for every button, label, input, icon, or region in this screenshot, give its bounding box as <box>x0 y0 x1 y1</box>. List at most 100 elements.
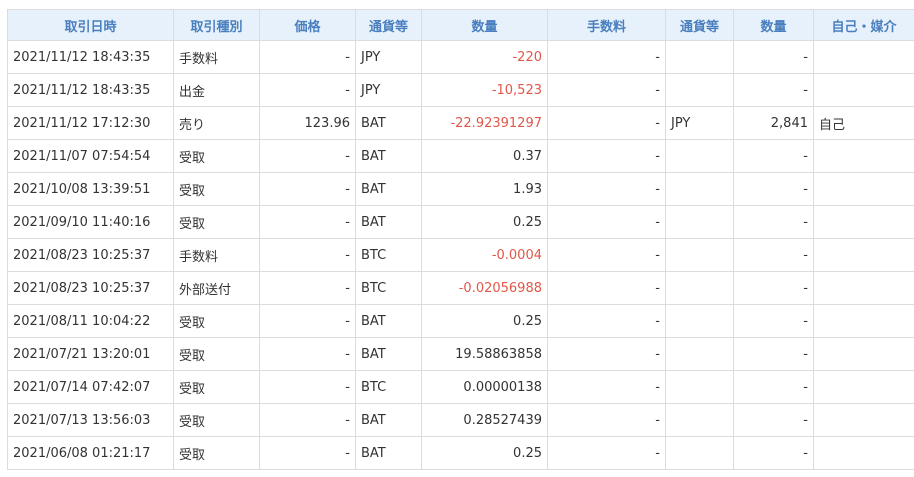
cell-counter-currency <box>665 370 734 404</box>
transaction-table: 取引日時 取引種別 価格 通貨等 数量 手数料 通貨等 数量 自己・媒介 202… <box>7 9 914 470</box>
col-header-currency: 通貨等 <box>355 9 422 41</box>
col-header-price: 価格 <box>259 9 356 41</box>
col-header-datetime: 取引日時 <box>7 9 174 41</box>
cell-counter-currency <box>665 40 734 74</box>
cell-fee: - <box>547 73 666 107</box>
col-header-type: 取引種別 <box>173 9 260 41</box>
cell-principal-agency <box>813 139 914 173</box>
cell-currency: BAT <box>355 106 422 140</box>
table-row: 2021/06/08 01:21:17 受取 - BAT 0.25- - <box>7 436 914 470</box>
cell-fee: - <box>547 40 666 74</box>
cell-counter-quantity: - <box>733 370 814 404</box>
cell-principal-agency <box>813 40 914 74</box>
cell-quantity: 0.25 <box>421 304 548 338</box>
cell-principal-agency <box>813 370 914 404</box>
cell-currency: BAT <box>355 436 422 470</box>
table-row: 2021/08/23 10:25:37 手数料 - BTC -0.0004- - <box>7 238 914 272</box>
cell-currency: BAT <box>355 205 422 239</box>
cell-datetime: 2021/07/13 13:56:03 <box>7 403 174 437</box>
cell-fee: - <box>547 403 666 437</box>
cell-quantity: -10,523 <box>421 73 548 107</box>
cell-price: - <box>259 238 356 272</box>
cell-price: 123.96 <box>259 106 356 140</box>
cell-datetime: 2021/07/21 13:20:01 <box>7 337 174 371</box>
cell-datetime: 2021/10/08 13:39:51 <box>7 172 174 206</box>
cell-type: 受取 <box>173 205 260 239</box>
cell-price: - <box>259 271 356 305</box>
cell-principal-agency <box>813 403 914 437</box>
cell-counter-quantity: - <box>733 403 814 437</box>
cell-quantity: 0.28527439 <box>421 403 548 437</box>
cell-fee: - <box>547 139 666 173</box>
cell-quantity: -220 <box>421 40 548 74</box>
table-row: 2021/11/12 18:43:35 手数料 - JPY -220- - <box>7 40 914 74</box>
cell-fee: - <box>547 271 666 305</box>
table-row: 2021/10/08 13:39:51 受取 - BAT 1.93- - <box>7 172 914 206</box>
cell-fee: - <box>547 304 666 338</box>
cell-counter-quantity: - <box>733 172 814 206</box>
cell-type: 受取 <box>173 370 260 404</box>
cell-currency: BAT <box>355 304 422 338</box>
header-row: 取引日時 取引種別 価格 通貨等 数量 手数料 通貨等 数量 自己・媒介 <box>7 9 914 41</box>
cell-currency: BTC <box>355 271 422 305</box>
cell-quantity: 0.00000138 <box>421 370 548 404</box>
cell-type: 手数料 <box>173 238 260 272</box>
cell-counter-currency: JPY <box>665 106 734 140</box>
cell-currency: BTC <box>355 370 422 404</box>
cell-currency: JPY <box>355 73 422 107</box>
col-header-fee: 手数料 <box>547 9 666 41</box>
cell-counter-currency <box>665 205 734 239</box>
cell-type: 受取 <box>173 436 260 470</box>
cell-currency: JPY <box>355 40 422 74</box>
cell-quantity: 19.58863858 <box>421 337 548 371</box>
cell-counter-currency <box>665 271 734 305</box>
cell-counter-quantity: - <box>733 73 814 107</box>
table-row: 2021/11/12 18:43:35 出金 - JPY -10,523- - <box>7 73 914 107</box>
col-header-counter-quantity: 数量 <box>733 9 814 41</box>
cell-counter-quantity: 2,841 <box>733 106 814 140</box>
cell-price: - <box>259 370 356 404</box>
cell-datetime: 2021/11/12 17:12:30 <box>7 106 174 140</box>
cell-currency: BAT <box>355 403 422 437</box>
cell-datetime: 2021/09/10 11:40:16 <box>7 205 174 239</box>
cell-fee: - <box>547 205 666 239</box>
table-row: 2021/09/10 11:40:16 受取 - BAT 0.25- - <box>7 205 914 239</box>
cell-datetime: 2021/08/11 10:04:22 <box>7 304 174 338</box>
col-header-principal-agency: 自己・媒介 <box>813 9 914 41</box>
cell-fee: - <box>547 370 666 404</box>
cell-principal-agency: 自己 <box>813 106 914 140</box>
cell-principal-agency <box>813 238 914 272</box>
cell-price: - <box>259 73 356 107</box>
cell-principal-agency <box>813 205 914 239</box>
cell-counter-quantity: - <box>733 271 814 305</box>
cell-counter-currency <box>665 403 734 437</box>
cell-counter-quantity: - <box>733 205 814 239</box>
cell-datetime: 2021/08/23 10:25:37 <box>7 238 174 272</box>
cell-counter-currency <box>665 139 734 173</box>
cell-quantity: 1.93 <box>421 172 548 206</box>
cell-type: 受取 <box>173 304 260 338</box>
cell-datetime: 2021/11/07 07:54:54 <box>7 139 174 173</box>
cell-fee: - <box>547 172 666 206</box>
cell-price: - <box>259 139 356 173</box>
cell-counter-quantity: - <box>733 40 814 74</box>
cell-principal-agency <box>813 172 914 206</box>
cell-fee: - <box>547 106 666 140</box>
col-header-quantity: 数量 <box>421 9 548 41</box>
cell-quantity: -22.92391297 <box>421 106 548 140</box>
table-row: 2021/07/21 13:20:01 受取 - BAT 19.58863858- - <box>7 337 914 371</box>
cell-price: - <box>259 436 356 470</box>
cell-datetime: 2021/07/14 07:42:07 <box>7 370 174 404</box>
cell-fee: - <box>547 238 666 272</box>
cell-type: 出金 <box>173 73 260 107</box>
cell-fee: - <box>547 337 666 371</box>
table-row: 2021/11/07 07:54:54 受取 - BAT 0.37- - <box>7 139 914 173</box>
cell-type: 売り <box>173 106 260 140</box>
cell-counter-currency <box>665 238 734 272</box>
cell-principal-agency <box>813 436 914 470</box>
table-row: 2021/08/11 10:04:22 受取 - BAT 0.25- - <box>7 304 914 338</box>
table-row: 2021/08/23 10:25:37 外部送付 - BTC -0.02056988- - <box>7 271 914 305</box>
cell-type: 受取 <box>173 403 260 437</box>
col-header-counter-currency: 通貨等 <box>665 9 734 41</box>
cell-quantity: 0.37 <box>421 139 548 173</box>
